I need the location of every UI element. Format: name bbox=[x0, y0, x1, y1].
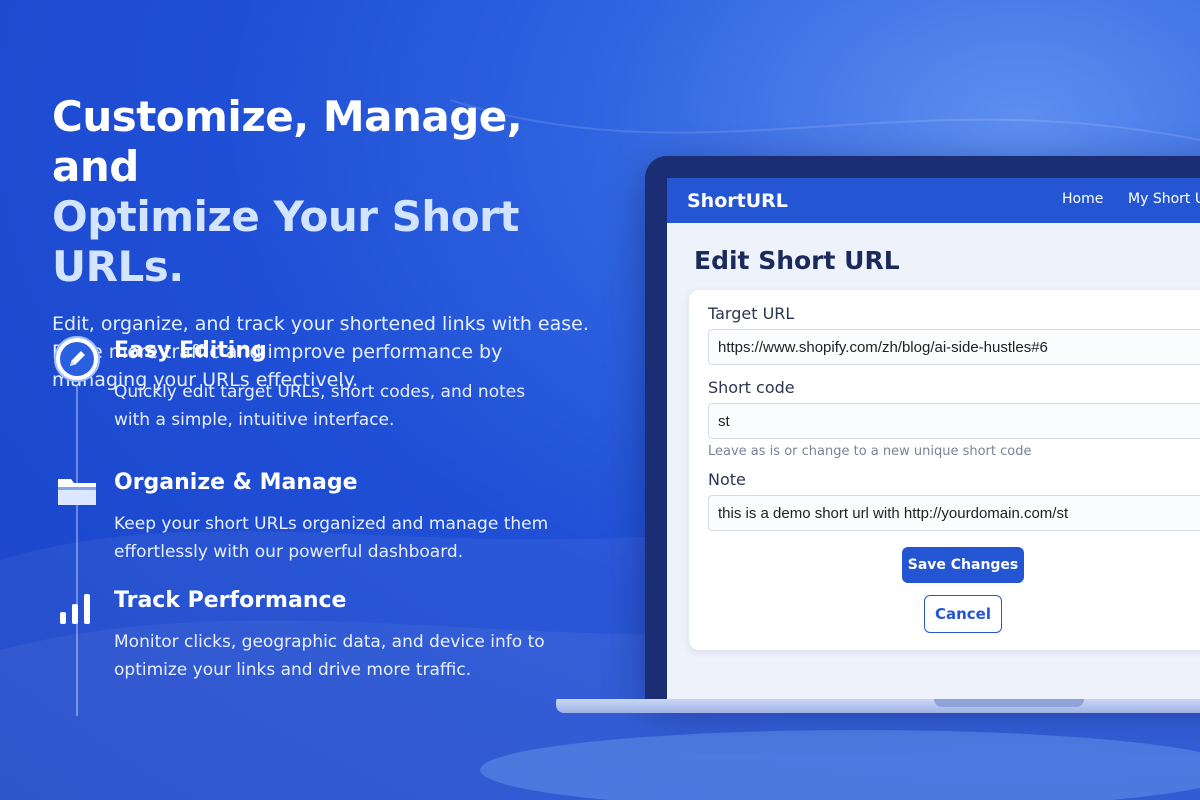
feature-organize-manage: Organize & Manage Keep your short URLs o… bbox=[52, 466, 572, 590]
short-code-label: Short code bbox=[708, 378, 795, 397]
feature-title: Easy Editing bbox=[114, 338, 267, 363]
feature-description: Quickly edit target URLs, short codes, a… bbox=[114, 382, 526, 430]
laptop-frame: ShortURL Home My Short U Edit Short URL … bbox=[645, 156, 1200, 700]
laptop-base bbox=[556, 699, 1200, 713]
hero-title: Customize, Manage, and Optimize Your Sho… bbox=[52, 92, 612, 292]
note-label: Note bbox=[708, 470, 746, 489]
feature-title: Track Performance bbox=[114, 588, 347, 613]
brand-logo[interactable]: ShortURL bbox=[687, 190, 788, 212]
hero-title-line1: Customize, Manage, and bbox=[52, 92, 523, 191]
feature-track-performance: Track Performance Monitor clicks, geogra… bbox=[52, 584, 572, 708]
page-title: Edit Short URL bbox=[694, 246, 900, 275]
folder-icon bbox=[52, 466, 102, 516]
note-input[interactable]: this is a demo short url with http://you… bbox=[708, 495, 1200, 531]
short-code-hint: Leave as is or change to a new unique sh… bbox=[708, 444, 1032, 459]
feature-easy-editing: Easy Editing Quickly edit target URLs, s… bbox=[52, 334, 572, 458]
cancel-button[interactable]: Cancel bbox=[924, 595, 1002, 633]
feature-title: Organize & Manage bbox=[114, 470, 358, 495]
nav-my-short-urls-link[interactable]: My Short U bbox=[1128, 191, 1200, 207]
save-changes-button[interactable]: Save Changes bbox=[902, 547, 1024, 583]
short-code-input[interactable]: st bbox=[708, 403, 1200, 439]
feature-description: Keep your short URLs organized and manag… bbox=[114, 514, 549, 562]
laptop-screen: ShortURL Home My Short U Edit Short URL … bbox=[667, 178, 1200, 700]
edit-form-card: Target URL https://www.shopify.com/zh/bl… bbox=[689, 290, 1200, 650]
target-url-label: Target URL bbox=[708, 304, 795, 323]
nav-home-link[interactable]: Home bbox=[1062, 191, 1103, 207]
laptop-notch bbox=[934, 699, 1084, 707]
feature-description: Monitor clicks, geographic data, and dev… bbox=[114, 632, 545, 680]
app-navbar: ShortURL Home My Short U bbox=[667, 178, 1200, 223]
bar-chart-icon bbox=[52, 584, 102, 634]
hero-title-line2: Optimize Your Short URLs. bbox=[52, 192, 519, 291]
feature-list: Easy Editing Quickly edit target URLs, s… bbox=[52, 334, 572, 716]
pencil-icon bbox=[52, 334, 102, 384]
target-url-input[interactable]: https://www.shopify.com/zh/blog/ai-side-… bbox=[708, 329, 1200, 365]
